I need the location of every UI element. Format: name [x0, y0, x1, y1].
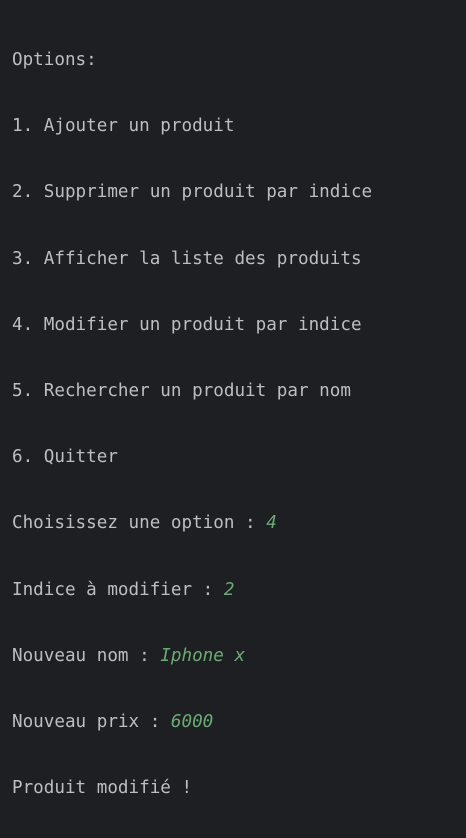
- console-output: Options: 1. Ajouter un produit 2. Suppri…: [0, 0, 466, 838]
- menu-option-search: 5. Rechercher un produit par nom: [12, 381, 351, 402]
- menu-header: Options:: [12, 50, 97, 71]
- user-input: 4: [266, 513, 277, 534]
- result-message: Produit modifié !: [12, 778, 193, 799]
- menu-option-list: 3. Afficher la liste des produits: [12, 248, 362, 269]
- menu-option-delete: 2. Supprimer un produit par indice: [12, 182, 373, 203]
- menu-option-quit: 6. Quitter: [12, 447, 118, 468]
- user-input: 6000: [170, 711, 214, 732]
- prompt-index: Indice à modifier : 2: [12, 574, 466, 607]
- prompt-option: Choisissez une option : 4: [12, 507, 466, 540]
- prompt-name: Nouveau nom : Iphone x: [12, 640, 466, 673]
- user-input: Iphone x: [160, 645, 246, 666]
- prompt-label: Choisissez une option :: [12, 513, 267, 534]
- menu-option-modify: 4. Modifier un produit par indice: [12, 314, 362, 335]
- prompt-label: Indice à modifier :: [12, 579, 224, 600]
- prompt-label: Nouveau prix :: [12, 711, 171, 732]
- prompt-price: Nouveau prix : 6000: [12, 706, 466, 739]
- prompt-label: Nouveau nom :: [12, 645, 161, 666]
- menu-option-add: 1. Ajouter un produit: [12, 116, 235, 137]
- user-input: 2: [223, 579, 235, 600]
